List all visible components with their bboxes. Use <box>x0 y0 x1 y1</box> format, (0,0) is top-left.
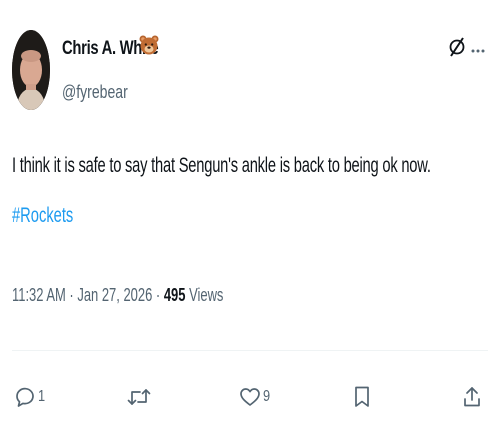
tweet-date[interactable]: Jan 27, 2026 <box>77 285 152 305</box>
reply-icon <box>16 387 34 407</box>
meta-separator: · <box>69 285 74 305</box>
grok-icon[interactable] <box>448 36 466 58</box>
heart-icon <box>240 388 260 406</box>
tweet-time[interactable]: 11:32 AM <box>12 285 66 305</box>
like-button[interactable]: 9 <box>239 380 272 414</box>
retweet-button[interactable] <box>127 380 153 414</box>
like-count: 9 <box>263 388 271 405</box>
tweet-meta: 11:32 AM · Jan 27, 2026 · 495 Views <box>12 285 223 306</box>
share-button[interactable] <box>462 380 482 414</box>
avatar[interactable] <box>12 30 50 110</box>
reply-button[interactable]: 1 <box>14 380 47 414</box>
bookmark-icon <box>355 386 369 407</box>
tweet-card: Chris A. White @fyrebear I think it is s… <box>0 0 500 440</box>
views-count: 495 <box>163 285 186 305</box>
author-handle[interactable]: @fyrebear <box>62 82 128 103</box>
tweet-text: I think it is safe to say that Sengun's … <box>12 154 431 177</box>
reply-count: 1 <box>38 388 46 405</box>
share-icon <box>464 387 480 407</box>
bear-face-icon <box>139 34 159 56</box>
views-label: Views <box>189 285 224 305</box>
more-options-icon[interactable] <box>470 42 486 53</box>
meta-separator: · <box>155 285 161 305</box>
bookmark-button[interactable] <box>352 380 372 414</box>
retweet-icon <box>127 389 151 405</box>
hashtag-link[interactable]: #Rockets <box>12 204 73 228</box>
divider <box>12 350 488 351</box>
